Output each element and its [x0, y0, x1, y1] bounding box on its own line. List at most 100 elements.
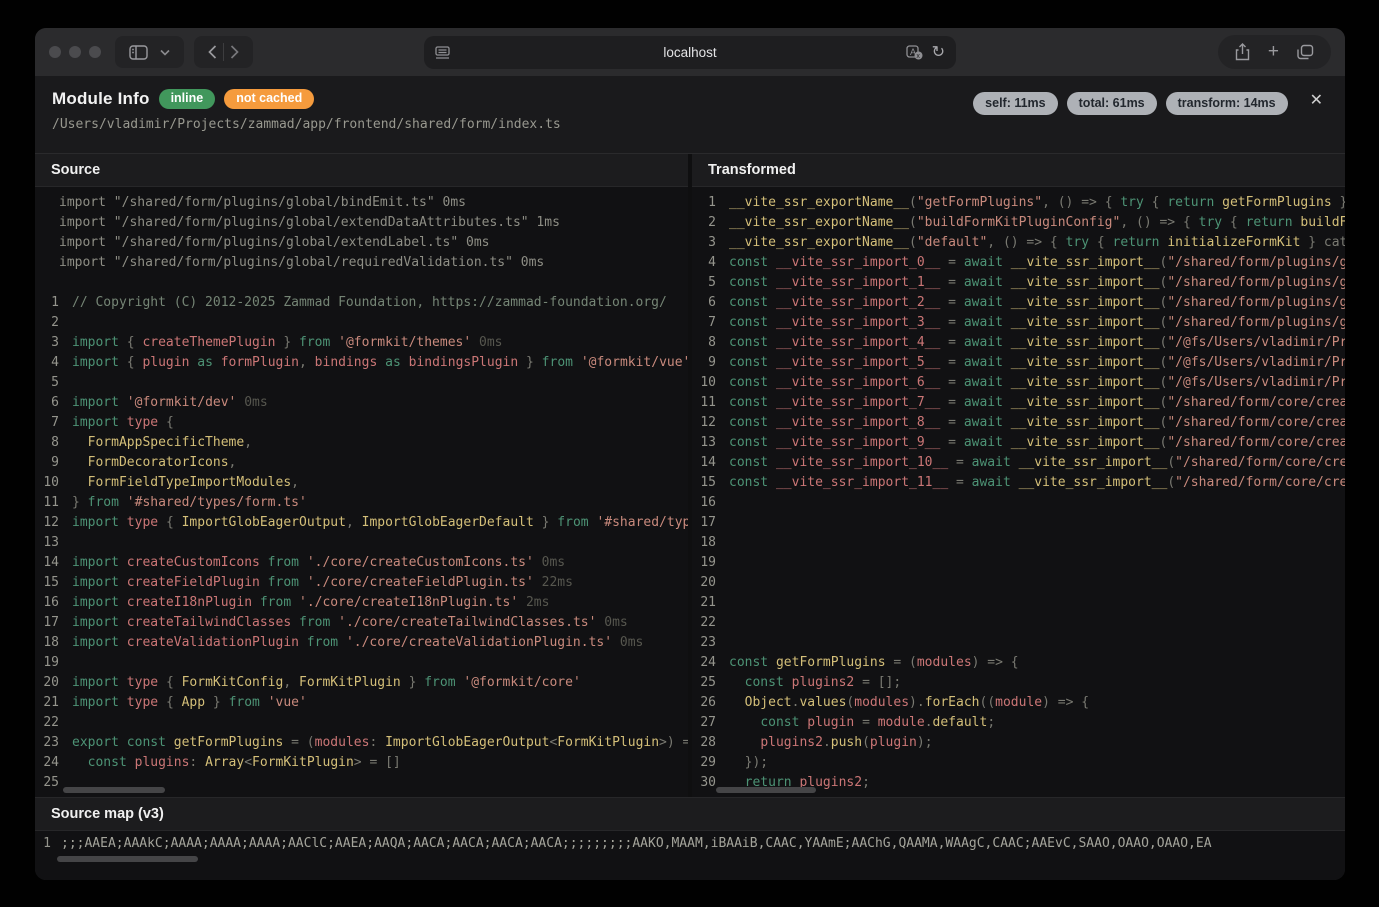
code-line: 8 FormAppSpecificTheme,: [41, 433, 688, 453]
line-number: 12: [698, 413, 729, 433]
source-panel: Source import "/shared/form/plugins/glob…: [35, 154, 688, 797]
line-number: 14: [41, 553, 72, 573]
code-line: 16import createI18nPlugin from './core/c…: [41, 593, 688, 613]
code-line: 23export const getFormPlugins = (modules…: [41, 733, 688, 753]
code-line: 6const __vite_ssr_import_2__ = await __v…: [698, 293, 1345, 313]
line-number: 10: [41, 473, 72, 493]
code-line: 24 const plugins: Array<FormKitPlugin> =…: [41, 753, 688, 773]
code-line: 13: [41, 533, 688, 553]
translate-icon[interactable]: A x: [906, 45, 923, 60]
line-number: 17: [41, 613, 72, 633]
new-tab-button[interactable]: +: [1261, 35, 1286, 69]
line-number: 7: [698, 313, 729, 333]
code-line: 15import createFieldPlugin from './core/…: [41, 573, 688, 593]
sidebar-toggle-button[interactable]: [123, 36, 154, 68]
code-line: 4const __vite_ssr_import_0__ = await __v…: [698, 253, 1345, 273]
code-line: 10const __vite_ssr_import_6__ = await __…: [698, 373, 1345, 393]
code-line: 25 const plugins2 = [];: [698, 673, 1345, 693]
line-number: 22: [41, 713, 72, 733]
reader-view-icon[interactable]: [435, 46, 450, 59]
line-number: 5: [41, 373, 72, 393]
code-line: 16: [698, 493, 1345, 513]
back-button[interactable]: [202, 36, 223, 68]
reload-icon[interactable]: ↻: [932, 42, 945, 62]
code-line: 13const __vite_ssr_import_9__ = await __…: [698, 433, 1345, 453]
line-number: 15: [41, 573, 72, 593]
source-panel-title: Source: [35, 154, 688, 187]
code-line: import "/shared/form/plugins/global/exte…: [41, 213, 688, 233]
code-line: 12import type { ImportGlobEagerOutput, I…: [41, 513, 688, 533]
browser-toolbar: localhost A x ↻: [35, 28, 1345, 76]
line-number: 11: [41, 493, 72, 513]
line-number: 24: [698, 653, 729, 673]
code-line: 12const __vite_ssr_import_8__ = await __…: [698, 413, 1345, 433]
close-window-button[interactable]: [49, 46, 61, 58]
source-code[interactable]: import "/shared/form/plugins/global/bind…: [35, 187, 688, 797]
line-number: 18: [698, 533, 729, 553]
close-button[interactable]: ✕: [1310, 90, 1323, 110]
window-controls: [49, 46, 101, 58]
tab-overview-button[interactable]: [1290, 35, 1321, 69]
code-line: 2: [41, 313, 688, 333]
module-info-page: Module Info inline not cached /Users/vla…: [35, 76, 1345, 880]
code-line: 11const __vite_ssr_import_7__ = await __…: [698, 393, 1345, 413]
zoom-window-button[interactable]: [89, 46, 101, 58]
code-line: 22: [41, 713, 688, 733]
line-number: 1: [698, 193, 729, 213]
line-number: 24: [41, 753, 72, 773]
page-title: Module Info: [52, 89, 150, 109]
line-number: 16: [41, 593, 72, 613]
transformed-horizontal-scrollbar[interactable]: [716, 787, 816, 793]
minimize-window-button[interactable]: [69, 46, 81, 58]
line-number: 1: [41, 834, 61, 854]
line-number: 9: [41, 453, 72, 473]
code-line: 22: [698, 613, 1345, 633]
sourcemap-code[interactable]: 1;;;AAEA;AAAkC;AAAA;AAAA;AAAA;AAClC;AAEA…: [35, 831, 1345, 880]
code-line: 19: [698, 553, 1345, 573]
code-line: 19: [41, 653, 688, 673]
line-number: 19: [41, 653, 72, 673]
line-number: 13: [41, 533, 72, 553]
code-line: [41, 273, 688, 293]
url-text: localhost: [424, 45, 956, 60]
line-number: 20: [698, 573, 729, 593]
line-number: 19: [698, 553, 729, 573]
code-line: 18import createValidationPlugin from './…: [41, 633, 688, 653]
line-number: 5: [698, 273, 729, 293]
line-number: 17: [698, 513, 729, 533]
line-number: 20: [41, 673, 72, 693]
code-line: 6import '@formkit/dev' 0ms: [41, 393, 688, 413]
sourcemap-horizontal-scrollbar[interactable]: [57, 856, 198, 862]
forward-button[interactable]: [224, 36, 245, 68]
code-line: import "/shared/form/plugins/global/requ…: [41, 253, 688, 273]
line-number: 21: [698, 593, 729, 613]
code-line: 18: [698, 533, 1345, 553]
code-line: 26 Object.values(modules).forEach((modul…: [698, 693, 1345, 713]
line-number: 3: [41, 333, 72, 353]
code-line: 1__vite_ssr_exportName__("getFormPlugins…: [698, 193, 1345, 213]
code-line: 3__vite_ssr_exportName__("default", () =…: [698, 233, 1345, 253]
code-line: 17: [698, 513, 1345, 533]
line-number: 2: [698, 213, 729, 233]
line-number: 2: [41, 313, 72, 333]
code-line: 2__vite_ssr_exportName__("buildFormKitPl…: [698, 213, 1345, 233]
chevron-down-icon: [160, 49, 170, 56]
line-number: 29: [698, 753, 729, 773]
code-line: 9 FormDecoratorIcons,: [41, 453, 688, 473]
code-line: 1;;;AAEA;AAAkC;AAAA;AAAA;AAAA;AAClC;AAEA…: [41, 834, 1345, 854]
sidebar-menu-button[interactable]: [154, 36, 176, 68]
source-horizontal-scrollbar[interactable]: [63, 787, 165, 793]
share-button[interactable]: [1228, 35, 1257, 69]
self-time-badge: self: 11ms: [973, 92, 1057, 115]
line-number: 12: [41, 513, 72, 533]
code-line: 3import { createThemePlugin } from '@for…: [41, 333, 688, 353]
line-number: 14: [698, 453, 729, 473]
plus-icon: +: [1268, 41, 1279, 63]
transform-time-badge: transform: 14ms: [1166, 92, 1288, 115]
line-number: 23: [41, 733, 72, 753]
code-line: 23: [698, 633, 1345, 653]
address-bar[interactable]: localhost A x ↻: [424, 36, 956, 69]
sourcemap-section: Source map (v3) 1;;;AAEA;AAAkC;AAAA;AAAA…: [35, 797, 1345, 880]
transformed-code[interactable]: 1__vite_ssr_exportName__("getFormPlugins…: [692, 187, 1345, 797]
code-line: 9const __vite_ssr_import_5__ = await __v…: [698, 353, 1345, 373]
